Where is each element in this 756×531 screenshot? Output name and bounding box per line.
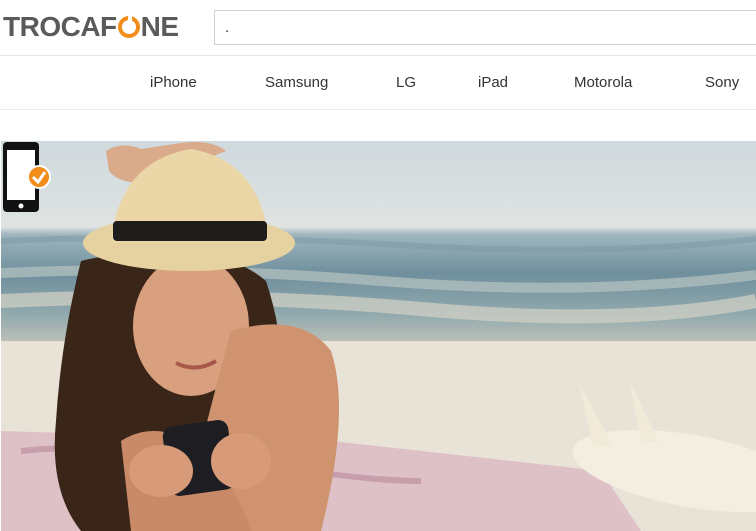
phone-verified-icon[interactable] [1, 141, 51, 213]
site-header: TROCAF NE [0, 0, 756, 56]
hero-banner[interactable] [1, 141, 756, 531]
trocafone-logo[interactable]: TROCAF NE [3, 10, 179, 44]
category-nav: iPhone Samsung LG iPad Motorola Sony [0, 56, 756, 110]
nav-item-iphone[interactable]: iPhone [150, 74, 197, 91]
nav-item-lg[interactable]: LG [396, 74, 416, 91]
logo-prefix: TROCAF [3, 11, 117, 42]
logo-power-o-icon [117, 14, 140, 38]
logo-suffix: NE [140, 11, 179, 42]
nav-item-ipad[interactable]: iPad [478, 74, 508, 91]
search-input[interactable] [214, 10, 756, 45]
nav-item-motorola[interactable]: Motorola [574, 74, 632, 91]
nav-item-sony[interactable]: Sony [705, 74, 739, 91]
nav-item-samsung[interactable]: Samsung [265, 74, 328, 91]
hero-image [1, 142, 756, 531]
